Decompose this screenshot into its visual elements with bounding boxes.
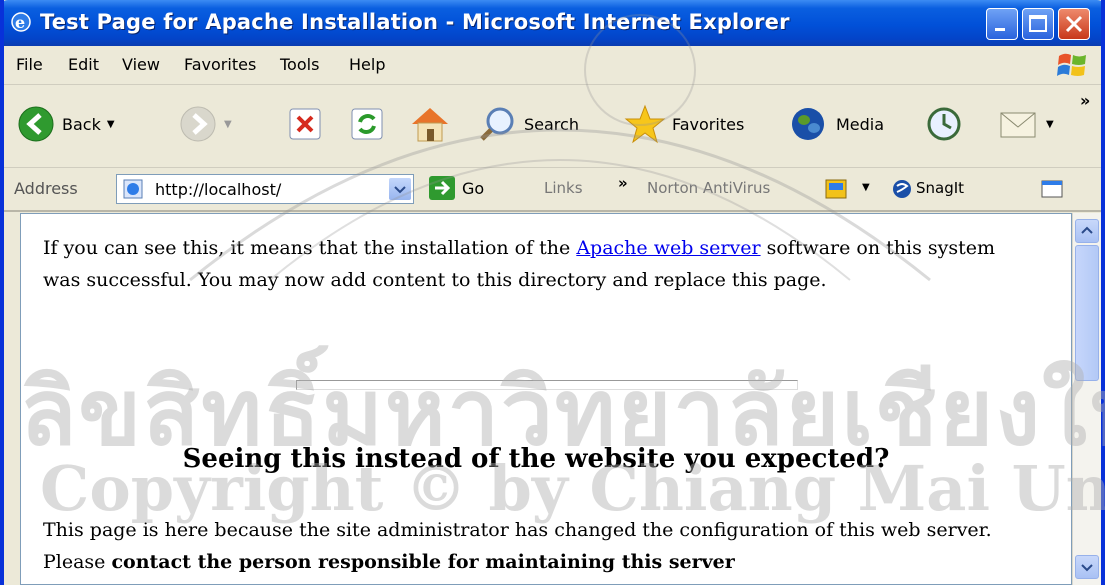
media-button[interactable]: Media: [788, 98, 884, 150]
intro-text-before: If you can see this, it means that the i…: [43, 237, 577, 259]
go-button[interactable]: Go: [428, 175, 484, 201]
norton-antivirus-label: Norton AntiVirus: [647, 179, 771, 197]
apache-link[interactable]: Apache web server: [576, 237, 760, 259]
forward-arrow-icon: [180, 106, 216, 142]
ie-window: e Test Page for Apache Installation - Mi…: [0, 0, 1105, 585]
scroll-down-button[interactable]: [1075, 555, 1099, 579]
stop-button[interactable]: [286, 98, 324, 150]
menu-view[interactable]: View: [122, 55, 160, 74]
search-icon: [480, 107, 514, 141]
chevron-down-icon: [394, 186, 406, 194]
maximize-icon: [1029, 15, 1047, 32]
favorites-star-icon: [624, 104, 666, 144]
intro-paragraph: If you can see this, it means that the i…: [43, 232, 1033, 296]
address-input[interactable]: http://localhost/: [116, 174, 414, 204]
window-title: Test Page for Apache Installation - Micr…: [40, 10, 790, 34]
mail-button[interactable]: ▼: [998, 98, 1054, 150]
minimize-icon: [995, 28, 1005, 31]
scroll-thumb[interactable]: [1075, 245, 1099, 381]
second-paragraph: This page is here because the site admin…: [43, 514, 1053, 578]
horizontal-rule: [296, 380, 798, 390]
ie-logo-icon: e: [11, 12, 31, 32]
forward-dropdown-icon[interactable]: ▼: [224, 119, 232, 130]
menu-favorites[interactable]: Favorites: [184, 55, 256, 74]
toolbar-overflow-chevron[interactable]: »: [1080, 91, 1090, 110]
history-icon: [927, 107, 961, 141]
minimize-button[interactable]: [986, 8, 1018, 40]
mail-dropdown-icon[interactable]: ▼: [1046, 119, 1054, 130]
mail-icon: [1000, 112, 1036, 138]
menu-edit[interactable]: Edit: [68, 55, 99, 74]
media-icon: [792, 108, 824, 140]
favorites-label: Favorites: [672, 114, 745, 134]
menu-tools[interactable]: Tools: [280, 55, 319, 74]
stop-icon: [289, 108, 321, 140]
menu-file[interactable]: File: [16, 55, 43, 74]
forward-button[interactable]: ▼: [178, 98, 232, 150]
vertical-scrollbar[interactable]: [1072, 213, 1101, 585]
windows-flag-icon: [1057, 53, 1086, 76]
norton-dropdown-icon[interactable]: ▼: [862, 182, 870, 193]
address-dropdown-button[interactable]: [389, 178, 411, 200]
go-arrow-icon: [429, 176, 455, 200]
home-icon: [412, 108, 448, 142]
favorites-button[interactable]: Favorites: [624, 98, 744, 150]
address-url: http://localhost/: [155, 180, 282, 199]
snagit-icon: [893, 180, 911, 198]
svg-text:e: e: [15, 13, 25, 32]
back-dropdown-icon[interactable]: ▼: [107, 119, 115, 130]
back-button[interactable]: Back ▼: [16, 98, 115, 150]
media-label: Media: [836, 114, 885, 134]
norton-icon[interactable]: [824, 178, 850, 200]
title-bar[interactable]: e Test Page for Apache Installation - Mi…: [4, 0, 1101, 46]
standard-toolbar: Back ▼ ▼ Search Favorites Media ▼ »: [4, 85, 1101, 168]
chevron-up-icon: [1081, 226, 1093, 234]
snagit-window-icon[interactable]: [1040, 178, 1066, 200]
back-arrow-icon: [18, 106, 54, 142]
address-label: Address: [14, 179, 78, 198]
close-button[interactable]: [1058, 8, 1090, 40]
back-label: Back: [62, 114, 101, 134]
page-content: If you can see this, it means that the i…: [20, 213, 1072, 585]
p2-bold-text: contact the person responsible for maint…: [111, 551, 735, 573]
scroll-up-button[interactable]: [1075, 219, 1099, 243]
page-icon: [123, 179, 143, 199]
history-button[interactable]: [924, 98, 964, 150]
page-heading: Seeing this instead of the website you e…: [182, 444, 890, 474]
address-bar: Address http://localhost/ Go Links » Nor…: [4, 168, 1101, 212]
maximize-button[interactable]: [1022, 8, 1054, 40]
links-toolbar-label[interactable]: Links: [544, 179, 583, 197]
close-icon: [1065, 15, 1083, 33]
search-label: Search: [524, 114, 579, 134]
chevron-down-icon: [1081, 564, 1093, 572]
go-label: Go: [462, 178, 485, 198]
menu-bar: File Edit View Favorites Tools Help: [4, 46, 1101, 85]
menu-help[interactable]: Help: [349, 55, 385, 74]
refresh-icon: [351, 108, 383, 140]
search-button[interactable]: Search: [478, 98, 579, 150]
links-overflow-chevron[interactable]: »: [618, 174, 628, 192]
snagit-label[interactable]: SnagIt: [916, 179, 964, 197]
refresh-button[interactable]: [348, 98, 386, 150]
home-button[interactable]: [408, 98, 452, 150]
